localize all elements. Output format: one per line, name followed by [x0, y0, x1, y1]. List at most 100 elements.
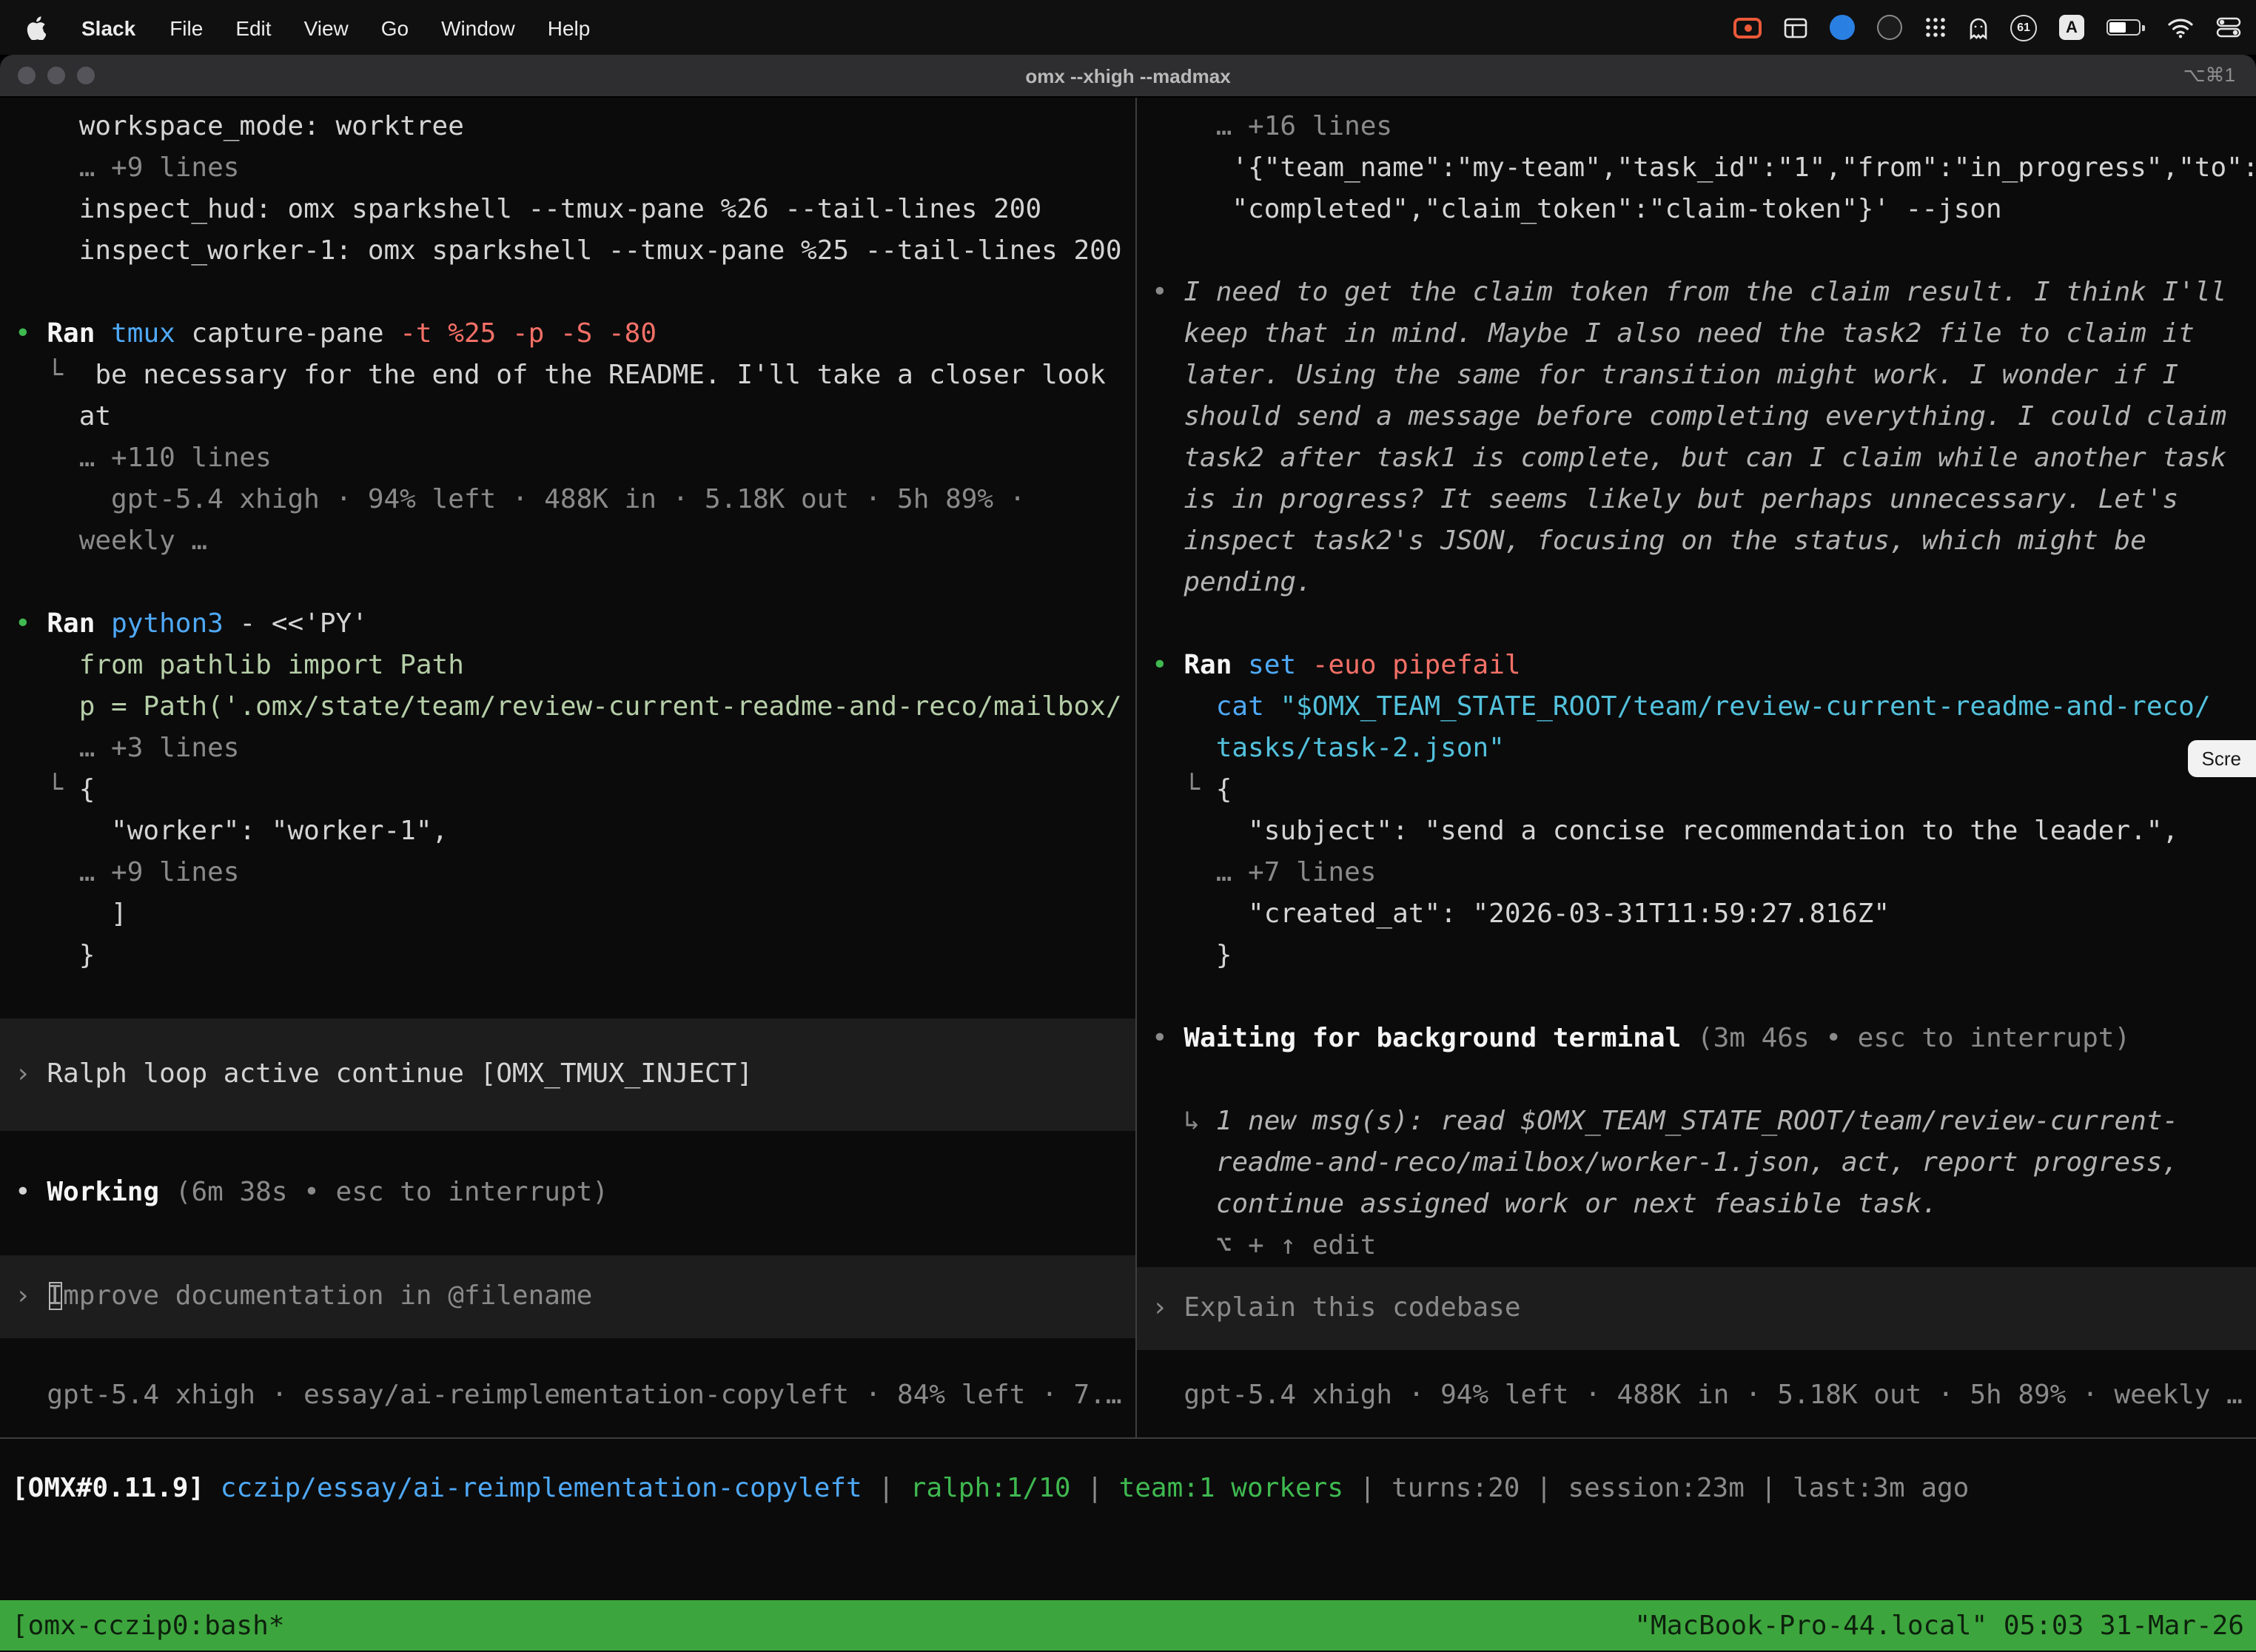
terminal-line: pending.: [1152, 563, 2256, 604]
menu-app-name[interactable]: Slack: [64, 16, 153, 39]
terminal-line: [1152, 604, 2256, 645]
terminal-line: [15, 1131, 1135, 1172]
terminal-line: • Working (6m 38s • esc to interrupt): [15, 1172, 1135, 1214]
menu-item-file[interactable]: File: [153, 16, 219, 39]
screen: Slack File Edit View Go Window Help 61 A: [0, 0, 2256, 1652]
terminal-window: omx --xhigh --madmax ⌥⌘1 workspace_mode:…: [0, 55, 2256, 1652]
control-center-icon[interactable]: [2216, 16, 2241, 38]
terminal-line: › Ralph loop active continue [OMX_TMUX_I…: [15, 1054, 1135, 1095]
text-segment: {: [79, 774, 95, 805]
text-segment: }: [15, 940, 95, 971]
terminal-line: • Ran python3 - <<'PY': [15, 604, 1135, 645]
text-segment: … +3 lines: [15, 733, 239, 764]
battery-icon[interactable]: [2106, 19, 2145, 36]
terminal-line: }: [1152, 936, 2256, 977]
text-segment: ]: [15, 899, 127, 930]
text-segment: turns:20: [1391, 1473, 1520, 1504]
blue-app-icon[interactable]: [1830, 15, 1855, 40]
text-segment: set: [1248, 650, 1312, 681]
terminal-line: workspace_mode: worktree: [15, 107, 1135, 148]
window-grid-icon[interactable]: [1784, 17, 1807, 38]
text-segment: |: [1343, 1473, 1391, 1504]
terminal-panes: workspace_mode: worktree … +9 lines insp…: [0, 98, 2256, 1439]
window-title-bar[interactable]: omx --xhigh --madmax ⌥⌘1: [0, 55, 2256, 98]
terminal-line: › Improve documentation in @filename: [15, 1276, 1135, 1317]
menu-item-window[interactable]: Window: [425, 16, 531, 39]
terminal-line: [15, 272, 1135, 314]
terminal-line: └ {: [1152, 770, 2256, 811]
text-segment: |: [1745, 1473, 1793, 1504]
text-segment: -t %25 -p -S -80: [400, 318, 657, 349]
text-segment: mprove documentation in @filename: [63, 1280, 592, 1312]
terminal-line: }: [15, 936, 1135, 977]
terminal-line: … +110 lines: [15, 438, 1135, 480]
minimize-button[interactable]: [47, 67, 65, 84]
terminal-pane-right[interactable]: … +16 lines '{"team_name":"my-team","tas…: [1137, 98, 2256, 1437]
text-segment: tasks/task-2.json": [1152, 733, 1505, 764]
ghost-icon[interactable]: [1969, 16, 1988, 39]
battery-gauge-icon[interactable]: 61: [2010, 14, 2037, 41]
terminal-line: '{"team_name":"my-team","task_id":"1","f…: [1152, 148, 2256, 189]
close-button[interactable]: [18, 67, 36, 84]
menu-bar-status-icons: 61 A: [1733, 14, 2241, 41]
tmux-session-label: [omx-cczip0:bash*: [12, 1610, 284, 1641]
text-segment: inspect_worker-1: omx sparkshell --tmux-…: [15, 235, 1122, 266]
text-segment: Working: [47, 1177, 175, 1208]
battery-body: [2106, 19, 2141, 36]
text-segment: '{"team_name":"my-team","task_id":"1","f…: [1152, 152, 2256, 184]
terminal-pane-left[interactable]: workspace_mode: worktree … +9 lines insp…: [0, 98, 1137, 1437]
terminal-line: "worker": "worker-1",: [15, 811, 1135, 853]
terminal-line: keep that in mind. Maybe I also need the…: [1152, 314, 2256, 355]
terminal-line: weekly …: [15, 521, 1135, 563]
menu-item-edit[interactable]: Edit: [219, 16, 287, 39]
zoom-button[interactable]: [77, 67, 95, 84]
terminal-line: [1152, 977, 2256, 1018]
battery-percent-label: 61: [2017, 21, 2030, 34]
screen-recording-icon[interactable]: [1733, 17, 1762, 38]
terminal-line: ]: [15, 894, 1135, 936]
prompt-band: › Explain this codebase: [1137, 1267, 2256, 1350]
terminal-line: "created_at": "2026-03-31T11:59:27.816Z": [1152, 894, 2256, 936]
terminal-line: should send a message before completing …: [1152, 397, 2256, 438]
apple-menu-icon[interactable]: [24, 16, 64, 39]
prompt-band: › Ralph loop active continue [OMX_TMUX_I…: [0, 1018, 1135, 1131]
text-segment: … +16 lines: [1152, 111, 1392, 142]
terminal-line: "completed","claim_token":"claim-token"}…: [1152, 189, 2256, 231]
terminal-line: [1152, 231, 2256, 272]
screen-share-tooltip: Scre: [2189, 740, 2256, 777]
terminal-line: … +3 lines: [15, 728, 1135, 770]
terminal-line: continue assigned work or next feasible …: [1152, 1184, 2256, 1226]
wifi-icon[interactable]: [2167, 17, 2194, 38]
text-segment: at: [15, 401, 111, 432]
text-segment: is in progress? It seems likely but perh…: [1152, 484, 2178, 515]
text-segment: -euo pipefail: [1312, 650, 1521, 681]
text-segment: "created_at": "2026-03-31T11:59:27.816Z": [1152, 899, 1890, 930]
dots-grid-icon[interactable]: [1924, 16, 1947, 38]
input-source-icon[interactable]: A: [2059, 15, 2084, 40]
menu-bar: Slack File Edit View Go Window Help 61 A: [0, 0, 2256, 55]
text-segment: tmux: [111, 318, 191, 349]
terminal-line: … +7 lines: [1152, 853, 2256, 894]
text-segment: [OMX#0.11.9]: [12, 1473, 221, 1504]
terminal-line: • Waiting for background terminal (3m 46…: [1152, 1018, 2256, 1060]
terminal-line: at: [15, 397, 1135, 438]
menu-item-view[interactable]: View: [288, 16, 365, 39]
text-segment: ›: [15, 1280, 47, 1312]
text-segment: Waiting for background terminal: [1184, 1023, 1697, 1054]
menu-item-go[interactable]: Go: [365, 16, 425, 39]
dark-app-icon[interactable]: [1877, 15, 1902, 40]
text-segment: (3m 46s • esc to interrupt): [1697, 1023, 2130, 1054]
text-segment: inspect_hud: omx sparkshell --tmux-pane …: [15, 194, 1041, 225]
text-segment: later. Using the same for transition mig…: [1152, 360, 2178, 391]
text-segment: {: [1216, 774, 1232, 805]
text-segment: (6m 38s • esc to interrupt): [175, 1177, 608, 1208]
text-segment: … +110 lines: [15, 443, 272, 474]
menu-item-help[interactable]: Help: [531, 16, 607, 39]
terminal-line: inspect task2's JSON, focusing on the st…: [1152, 521, 2256, 563]
text-segment: •: [15, 1177, 47, 1208]
text-segment: gpt-5.4 xhigh · 94% left · 488K in · 5.1…: [1152, 1380, 2243, 1411]
text-segment: task2 after task1 is complete, but can I…: [1152, 443, 2226, 474]
terminal-line: • Ran tmux capture-pane -t %25 -p -S -80: [15, 314, 1135, 355]
text-segment: workspace_mode: worktree: [15, 111, 464, 142]
text-segment: gpt-5.4 xhigh · 94% left · 488K in · 5.1…: [15, 484, 1025, 515]
